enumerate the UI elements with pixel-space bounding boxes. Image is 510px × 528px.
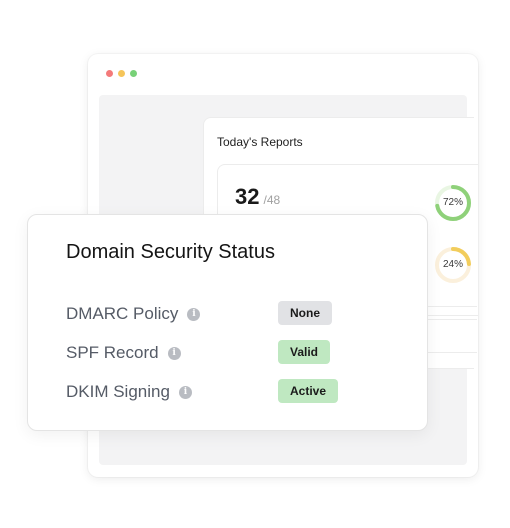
report-count-value: 32 (235, 184, 260, 209)
maximize-window-icon[interactable] (130, 70, 137, 77)
progress-ring-label: 72% (442, 197, 463, 208)
status-badge: Valid (278, 340, 331, 364)
minimize-window-icon[interactable] (118, 70, 125, 77)
report-count-total: /48 (263, 193, 281, 207)
row-label: SPF Record (66, 343, 159, 362)
progress-ring-2: 24% (434, 246, 472, 284)
status-row-spf: SPF Record i Valid (66, 340, 366, 366)
row-label: DKIM Signing (66, 382, 170, 401)
status-badge: Active (278, 379, 339, 403)
status-badge: None (278, 301, 332, 325)
progress-ring-label: 24% (442, 259, 463, 270)
reports-title: Today's Reports (217, 135, 303, 149)
info-icon[interactable]: i (178, 385, 192, 399)
info-icon[interactable]: i (187, 307, 201, 321)
window-controls (106, 70, 137, 77)
card-title: Domain Security Status (66, 241, 275, 263)
progress-ring-1: 72% (434, 184, 472, 222)
stage: Today's Reports 32 /48 72% 24% Domain Se… (0, 0, 510, 528)
row-label: DMARC Policy (66, 304, 179, 323)
close-window-icon[interactable] (106, 70, 113, 77)
status-row-dkim: DKIM Signing i Active (66, 379, 366, 405)
info-icon[interactable]: i (167, 346, 181, 360)
domain-security-card: Domain Security Status DMARC Policy i No… (27, 214, 428, 431)
report-count: 32 /48 (235, 184, 280, 210)
status-row-dmarc: DMARC Policy i None (66, 301, 366, 327)
